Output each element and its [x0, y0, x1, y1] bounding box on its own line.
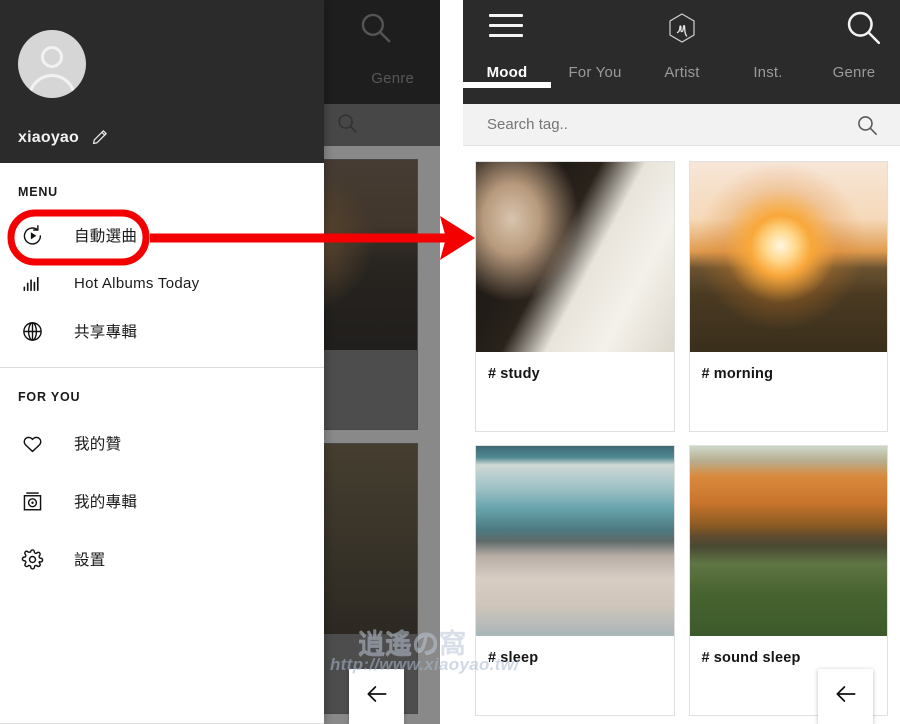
hamburger-line	[489, 14, 523, 17]
arrow-left-icon	[833, 681, 859, 712]
app-topbar: Mood For You Artist Inst. Genre	[463, 0, 900, 104]
navigation-drawer: xiaoyao MENU 自動選曲 Hot Albums Today 共享專輯 …	[0, 0, 324, 724]
hamburger-line	[489, 24, 523, 27]
username-label: xiaoyao	[18, 129, 79, 146]
sidebar-item-hot-albums-today[interactable]: Hot Albums Today	[0, 259, 324, 307]
hash-symbol: #	[488, 650, 497, 666]
tag-card-photo	[476, 162, 674, 352]
hamburger-menu-icon[interactable]	[489, 14, 523, 40]
album-icon	[18, 487, 46, 515]
for-you-section-label: FOR YOU	[18, 390, 81, 404]
mood-tag-grid: # study # morning # sleep # sound sleep	[463, 146, 900, 724]
sidebar-item-label: Hot Albums Today	[74, 274, 200, 292]
tab-artist[interactable]: Artist	[639, 64, 725, 82]
tag-card-label: # sleep	[476, 636, 674, 666]
sidebar-item-auto-select[interactable]: 自動選曲	[0, 211, 324, 259]
search-icon[interactable]	[844, 8, 882, 46]
hexagon-m-logo-icon	[665, 11, 699, 45]
tab-inst[interactable]: Inst.	[725, 64, 811, 82]
tag-card-photo	[476, 446, 674, 636]
tab-mood[interactable]: Mood	[463, 64, 551, 88]
search-icon	[358, 10, 392, 44]
tag-card-label: # morning	[690, 352, 888, 382]
menu-section-label: MENU	[18, 185, 59, 199]
hash-symbol: #	[701, 366, 710, 382]
screenshot-root: Genre xiaoyao MENU 自動選曲 Hot Albums Today…	[0, 0, 900, 724]
pencil-icon[interactable]	[91, 128, 109, 146]
tag-text: study	[500, 366, 540, 382]
avatar-head-shape	[41, 46, 63, 68]
search-icon[interactable]	[856, 114, 878, 136]
tag-card-photo	[689, 162, 887, 352]
tag-card-label: # sound sleep	[690, 636, 888, 666]
tag-text: sound sleep	[713, 650, 801, 666]
sidebar-item-settings[interactable]: 設置	[0, 530, 324, 588]
right-phone-screen: Mood For You Artist Inst. Genre Search t…	[463, 0, 900, 724]
hash-symbol: #	[701, 650, 710, 666]
tag-text: sleep	[500, 650, 539, 666]
tab-label: Artist	[664, 64, 700, 81]
sidebar-item-label: 我的專輯	[74, 494, 138, 511]
arrow-left-icon	[364, 681, 390, 712]
heart-icon	[18, 429, 46, 457]
bar-chart-icon	[18, 269, 46, 297]
tab-label: Inst.	[753, 64, 783, 81]
globe-icon	[18, 317, 46, 345]
sidebar-item-label: 設置	[74, 552, 106, 569]
tag-card-photo	[689, 446, 887, 636]
avatar-body-shape	[28, 74, 76, 98]
active-tab-indicator	[463, 82, 551, 88]
tag-card[interactable]: # morning	[688, 161, 888, 432]
sidebar-item-my-albums[interactable]: 我的專輯	[0, 472, 324, 530]
gear-icon	[18, 545, 46, 573]
tab-label: For You	[568, 64, 622, 81]
background-tab-genre: Genre	[371, 70, 414, 87]
menu-section: MENU 自動選曲 Hot Albums Today 共享專輯	[0, 163, 324, 355]
tag-text: morning	[713, 366, 774, 382]
avatar[interactable]	[18, 30, 86, 98]
hamburger-line	[489, 34, 523, 37]
search-input[interactable]	[487, 104, 817, 146]
drawer-header: xiaoyao	[0, 0, 324, 163]
tab-genre[interactable]: Genre	[811, 64, 897, 82]
sidebar-item-my-likes[interactable]: 我的贊	[0, 414, 324, 472]
tag-card[interactable]: # sleep	[475, 445, 675, 716]
tab-for-you[interactable]: For You	[551, 64, 639, 82]
auto-play-icon	[18, 221, 46, 249]
sidebar-item-shared-album[interactable]: 共享專輯	[0, 307, 324, 355]
sidebar-item-label: 自動選曲	[74, 228, 138, 245]
back-button[interactable]	[818, 669, 873, 724]
tag-card-label: # study	[476, 352, 674, 382]
hash-symbol: #	[488, 366, 497, 382]
sidebar-item-label: 我的贊	[74, 436, 122, 453]
category-tabs: Mood For You Artist Inst. Genre	[463, 64, 900, 104]
back-button[interactable]	[349, 669, 404, 724]
tag-card[interactable]: # study	[475, 161, 675, 432]
for-you-section: FOR YOU 我的贊 我的專輯 設置	[0, 368, 324, 588]
tab-label: Mood	[486, 64, 528, 81]
search-icon	[336, 112, 358, 139]
sidebar-item-label: 共享專輯	[74, 324, 138, 341]
tag-search-bar	[463, 104, 900, 146]
tab-label: Genre	[832, 64, 876, 81]
